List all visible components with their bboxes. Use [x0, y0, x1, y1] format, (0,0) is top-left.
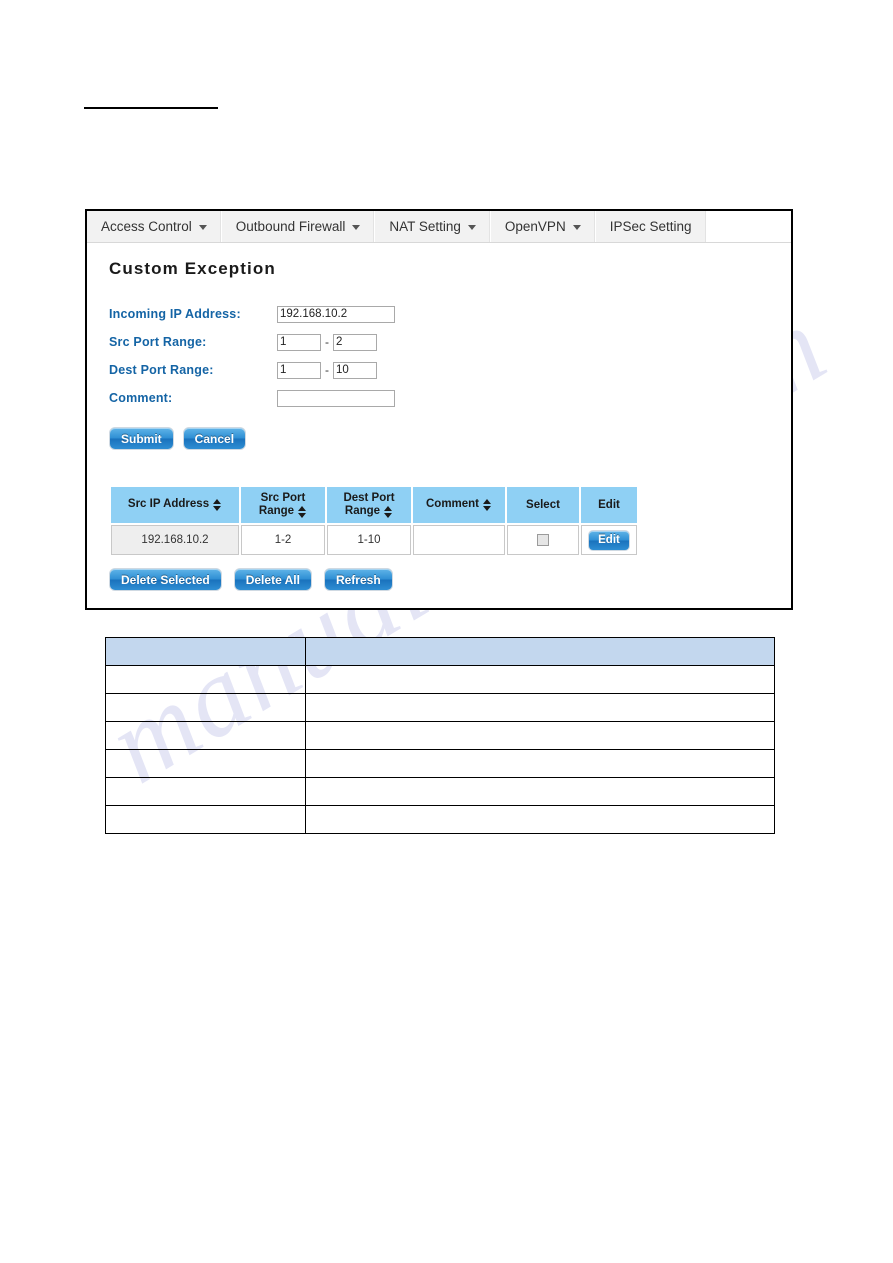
sort-icon[interactable] [384, 505, 393, 518]
refresh-button[interactable]: Refresh [323, 568, 393, 591]
delete-all-button[interactable]: Delete All [233, 568, 312, 591]
cell-select [507, 525, 579, 555]
chevron-down-icon [198, 225, 207, 230]
doc-table-cell-2 [305, 693, 775, 722]
page-watermark: manualshive.com [0, 0, 893, 1263]
cell-edit: Edit [581, 525, 637, 555]
page-title: Custom Exception [109, 259, 276, 278]
comment-label: Comment: [109, 391, 173, 405]
src-port-range-separator: - [325, 335, 329, 349]
tab-ipsec-setting[interactable]: IPSec Setting [595, 211, 707, 242]
tab-bar-filler [706, 211, 791, 242]
doc-table-header-cell-1 [105, 637, 306, 666]
col-header-edit-label: Edit [598, 498, 620, 511]
incoming-ip-input[interactable] [277, 305, 395, 323]
dest-port-range-start-input[interactable] [277, 361, 321, 379]
doc-table-cell-2 [305, 749, 775, 778]
sort-icon[interactable] [213, 499, 222, 512]
doc-table-row [105, 721, 775, 750]
doc-table-row [105, 749, 775, 778]
doc-table-cell-1 [105, 665, 306, 694]
doc-table-cell-2 [305, 665, 775, 694]
row-select-checkbox[interactable] [537, 533, 549, 546]
doc-table-cell-2 [305, 721, 775, 750]
tab-access-control[interactable]: Access Control [87, 211, 222, 242]
tab-outbound-firewall-label: Outbound Firewall [235, 219, 346, 234]
src-port-range-label: Src Port Range: [109, 335, 207, 349]
doc-table-row [105, 777, 775, 806]
row-edit-button[interactable]: Edit [588, 529, 630, 551]
chevron-down-icon [572, 225, 581, 230]
doc-table-cell-1 [105, 749, 306, 778]
doc-table-header-row [105, 637, 775, 666]
table-actions: Delete Selected Delete All Refresh [109, 568, 791, 591]
col-header-src-port-range[interactable]: Src Port Range [241, 487, 325, 523]
header-rule [84, 107, 218, 109]
cancel-button[interactable]: Cancel [182, 427, 247, 450]
form-row-src-port-range: Src Port Range: - [109, 331, 791, 353]
doc-table-cell-1 [105, 777, 306, 806]
doc-table-cell-1 [105, 805, 306, 834]
cell-dest-port-range: 1-10 [327, 525, 411, 555]
custom-exception-form: Incoming IP Address: Src Port Range: - D… [109, 303, 791, 450]
table-header-row: Src IP Address Src Port Range Dest Port … [111, 487, 637, 523]
main-tab-bar: Access Control Outbound Firewall NAT Set… [87, 211, 791, 243]
doc-table-cell-1 [105, 721, 306, 750]
tab-ipsec-setting-label: IPSec Setting [609, 219, 692, 234]
dest-port-range-end-input[interactable] [333, 361, 377, 379]
src-port-range-end-input[interactable] [333, 333, 377, 351]
doc-table-row [105, 665, 775, 694]
router-admin-panel: Access Control Outbound Firewall NAT Set… [85, 209, 793, 610]
chevron-down-icon [467, 225, 476, 230]
chevron-down-icon [352, 225, 361, 230]
sort-icon[interactable] [298, 505, 307, 518]
doc-table-row [105, 805, 775, 834]
documentation-table [105, 637, 775, 834]
col-header-edit: Edit [581, 487, 637, 523]
doc-table-cell-2 [305, 805, 775, 834]
doc-table-header-cell-2 [305, 637, 775, 666]
dest-port-range-label: Dest Port Range: [109, 363, 214, 377]
tab-outbound-firewall[interactable]: Outbound Firewall [221, 211, 376, 242]
form-row-dest-port-range: Dest Port Range: - [109, 359, 791, 381]
delete-selected-button[interactable]: Delete Selected [109, 568, 222, 591]
col-header-select: Select [507, 487, 579, 523]
table-row: 192.168.10.2 1-2 1-10 Edit [111, 525, 637, 555]
sort-icon[interactable] [483, 499, 492, 512]
tab-nat-setting-label: NAT Setting [389, 219, 461, 234]
doc-table-row [105, 693, 775, 722]
tab-access-control-label: Access Control [101, 219, 192, 234]
panel-body: Custom Exception Incoming IP Address: Sr… [87, 243, 791, 591]
col-header-comment[interactable]: Comment [413, 487, 505, 523]
col-header-src-ip-address[interactable]: Src IP Address [111, 487, 239, 523]
comment-input[interactable] [277, 389, 395, 407]
tab-openvpn-label: OpenVPN [504, 219, 566, 234]
incoming-ip-label: Incoming IP Address: [109, 307, 241, 321]
form-row-incoming-ip: Incoming IP Address: [109, 303, 791, 325]
dest-port-range-separator: - [325, 363, 329, 377]
col-header-dest-port-range[interactable]: Dest Port Range [327, 487, 411, 523]
src-port-range-start-input[interactable] [277, 333, 321, 351]
cell-src-ip-address: 192.168.10.2 [111, 525, 239, 555]
form-actions: Submit Cancel [109, 427, 791, 450]
col-header-comment-label: Comment [425, 498, 480, 511]
col-header-src-ip-address-label: Src IP Address [127, 498, 210, 511]
doc-table-cell-1 [105, 693, 306, 722]
tab-nat-setting[interactable]: NAT Setting [375, 211, 491, 242]
col-header-select-label: Select [526, 498, 560, 511]
exception-rules-table: Src IP Address Src Port Range Dest Port … [109, 485, 639, 557]
cell-comment [413, 525, 505, 555]
tab-openvpn[interactable]: OpenVPN [490, 211, 596, 242]
submit-button[interactable]: Submit [109, 427, 174, 450]
cell-src-port-range: 1-2 [241, 525, 325, 555]
form-row-comment: Comment: [109, 387, 791, 409]
doc-table-cell-2 [305, 777, 775, 806]
